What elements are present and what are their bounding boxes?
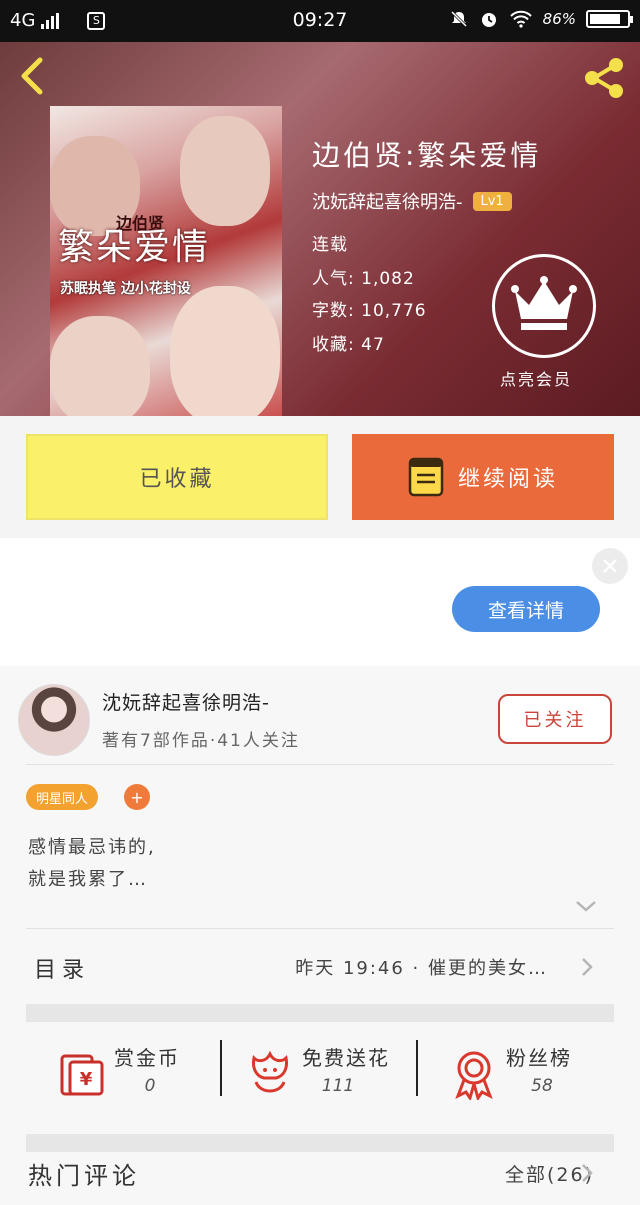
status-bar: 4G S 09:27 86% [0,0,640,42]
vip-label: 点亮会员 [500,370,573,389]
back-arrow-icon [21,57,43,95]
red-envelope-icon: ¥ [60,1054,104,1096]
tip-coins-label: 赏金币 [114,1046,180,1070]
share-icon [585,58,623,98]
mute-icon [450,10,467,28]
section-separator [26,1004,614,1022]
tip-coins[interactable]: ¥ 赏金币 0 [56,1038,216,1118]
chevron-right-icon [582,1164,593,1182]
hot-comments-title: 热门评论 [28,1162,140,1190]
cover-credits: 苏眠执笔 边小花封设 [60,281,191,297]
book-status: 连载 [312,235,348,255]
author-stats: 著有7部作品·41人关注 [102,731,300,751]
wifi-icon [509,10,532,28]
free-flowers-label: 免费送花 [302,1046,390,1070]
expand-button[interactable] [574,898,598,914]
divider [26,764,614,765]
free-flowers-value: 111 [321,1076,355,1096]
book-cover[interactable]: 边伯贤 繁朵爱情 苏眠执笔 边小花封设 [50,106,282,416]
book-author[interactable]: 沈妧辞起喜徐明浩- [312,188,463,214]
follow-button[interactable]: 已关注 [498,694,612,744]
divider [26,928,614,929]
tip-coins-value: 0 [144,1076,156,1096]
book-intro: 感情最忌讳的, 就是我累了… [28,832,156,896]
crown-icon [511,276,577,330]
rosette-icon [455,1051,493,1100]
battery-icon [586,10,633,28]
support-stats: ¥ 赏金币 0 免费送花 111 粉丝榜 58 [26,1022,614,1134]
book-icon [408,457,444,497]
latest-chapter: 昨天 19:46 · 催更的美女… [295,958,548,979]
vip-button[interactable] [492,254,596,358]
intro-line: 就是我累了… [28,869,148,890]
level-badge: Lv1 [472,191,512,211]
close-icon [603,559,617,573]
flower-icon [252,1050,288,1093]
alarm-icon [481,13,496,27]
cover-title: 繁朵爱情 [58,227,211,268]
divider [416,1040,418,1096]
cover-figure [170,286,280,416]
book-popularity: 人气: 1,082 [312,269,415,289]
favorite-button[interactable]: 已收藏 [26,434,328,520]
table-of-contents-row[interactable]: 目录 昨天 19:46 · 催更的美女… [0,932,640,1004]
view-details-button[interactable]: 查看详情 [452,586,600,632]
book-author-row[interactable]: 沈妧辞起喜徐明浩- Lv1 [312,188,512,214]
cover-figure [50,316,150,416]
section-separator [26,1134,614,1152]
back-button[interactable] [16,56,52,96]
status-right: 86% [449,9,633,29]
battery-percent: 86% [542,10,576,28]
add-tag-button[interactable]: + [124,784,150,810]
author-section: 沈妧辞起喜徐明浩- 著有7部作品·41人关注 已关注 明星同人 + 感情最忌讳的… [0,666,640,1205]
details-panel: 查看详情 [0,538,640,666]
continue-reading-button[interactable]: 继续阅读 [352,434,614,520]
book-header: 边伯贤 繁朵爱情 苏眠执笔 边小花封设 边伯贤:繁朵爱情 沈妧辞起喜徐明浩- L… [0,42,640,416]
book-favorites: 收藏: 47 [312,335,385,355]
svg-text:¥: ¥ [80,1069,93,1090]
free-flowers[interactable]: 免费送花 111 [244,1038,414,1118]
chevron-down-icon [576,901,596,912]
fan-ranking-value: 58 [531,1076,553,1096]
genre-tag[interactable]: 明星同人 [26,784,99,810]
close-button[interactable] [592,548,628,584]
chevron-right-icon [582,958,593,976]
fan-ranking-label: 粉丝榜 [506,1046,572,1070]
fan-ranking[interactable]: 粉丝榜 58 [448,1038,608,1118]
toc-label: 目录 [34,958,91,983]
hot-comments-header: 热门评论 全部(26) [0,1152,640,1205]
intro-line: 感情最忌讳的, [28,837,156,858]
author-avatar[interactable] [18,684,90,756]
cover-figure [180,116,270,226]
author-name[interactable]: 沈妧辞起喜徐明浩- [102,688,270,715]
action-bar: 已收藏 继续阅读 [0,416,640,538]
book-word-count: 字数: 10,776 [312,301,427,321]
book-title: 边伯贤:繁朵爱情 [312,139,542,172]
share-button[interactable] [580,54,628,102]
continue-reading-label: 继续阅读 [457,467,558,492]
divider [220,1040,222,1096]
